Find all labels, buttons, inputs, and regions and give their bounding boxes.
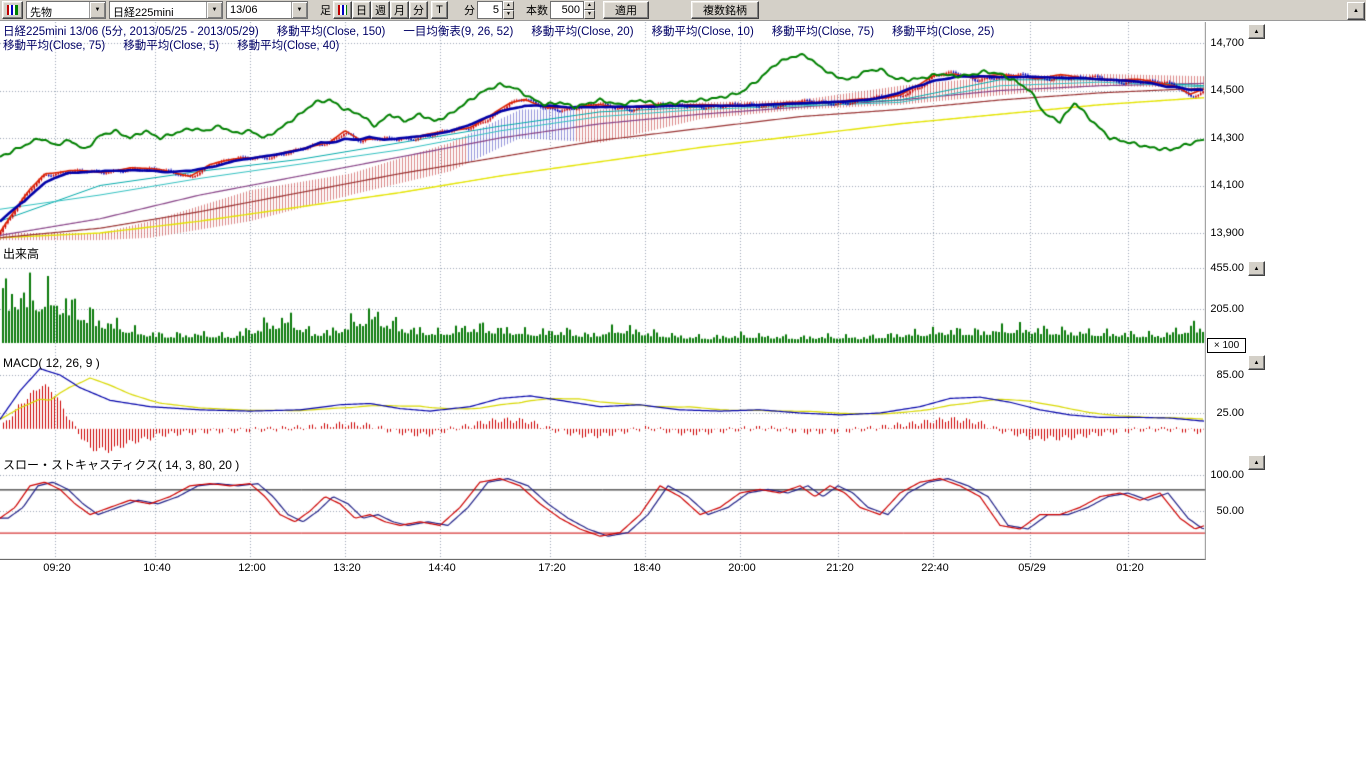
indicator-label: 移動平均(Close, 10): [652, 26, 754, 38]
count-input[interactable]: 500: [550, 1, 584, 19]
symbol-select[interactable]: 日経225mini ▼: [109, 1, 223, 19]
minute-input[interactable]: 5: [477, 1, 503, 19]
minute-label: 分: [462, 2, 477, 18]
indicator-label: 一目均衡表(9, 26, 52): [403, 26, 513, 38]
time-axis-label: 17:20: [530, 562, 574, 574]
time-axis-label: 12:00: [230, 562, 274, 574]
contract-select[interactable]: 13/06 ▼: [226, 1, 308, 19]
time-axis-label: 05/29: [1010, 562, 1054, 574]
apply-button[interactable]: 適用: [603, 1, 649, 19]
price-axis-label: 14,100: [1206, 179, 1244, 191]
stoch-pane-arrow-button[interactable]: ▲: [1248, 455, 1265, 470]
arrow-up-icon: ▲: [1254, 266, 1260, 272]
candlestick-icon: [338, 5, 347, 15]
volume-pane-title: 出来高: [3, 245, 39, 262]
stoch-pane-title: スロー・ストキャスティクス( 14, 3, 80, 20 ): [3, 456, 239, 473]
price-axis-label: 13,900: [1206, 227, 1244, 239]
category-select-value: 先物: [27, 2, 89, 18]
price-pane-arrow-button[interactable]: ▲: [1248, 24, 1265, 39]
chart-icon: [7, 5, 18, 15]
spinner-down-icon[interactable]: ▼: [503, 10, 514, 19]
time-axis-label: 18:40: [625, 562, 669, 574]
time-axis-label: 22:40: [913, 562, 957, 574]
volume-multiplier-badge: × 100: [1207, 338, 1246, 353]
price-axis-label: 14,300: [1206, 132, 1244, 144]
indicator-label: 移動平均(Close, 25): [892, 26, 994, 38]
time-axis-label: 21:20: [818, 562, 862, 574]
period-day-button[interactable]: 日: [352, 1, 371, 19]
stoch-axis-label: 50.00: [1206, 505, 1244, 517]
indicator-label: 移動平均(Close, 5): [123, 40, 219, 52]
period-tick-button[interactable]: T: [431, 1, 448, 19]
time-axis-label: 09:20: [35, 562, 79, 574]
bar-type-label: 足: [318, 2, 333, 18]
arrow-up-icon: ▲: [1254, 360, 1260, 366]
spinner-down-icon[interactable]: ▼: [584, 10, 595, 19]
symbol-select-value: 日経225mini: [110, 2, 206, 18]
category-select[interactable]: 先物 ▼: [26, 1, 106, 19]
period-month-button[interactable]: 月: [390, 1, 409, 19]
volume-axis-label: 205.00: [1206, 303, 1244, 315]
indicator-label: 移動平均(Close, 40): [237, 40, 339, 52]
period-minute-button[interactable]: 分: [409, 1, 428, 19]
count-spinner[interactable]: ▲ ▼: [584, 1, 595, 19]
price-axis-label: 14,700: [1206, 37, 1244, 49]
macd-pane-arrow-button[interactable]: ▲: [1248, 355, 1265, 370]
macd-pane-title: MACD( 12, 26, 9 ): [3, 356, 100, 370]
chart-icon-button[interactable]: [2, 1, 23, 19]
minute-spinner[interactable]: ▲ ▼: [503, 1, 514, 19]
time-axis-label: 14:40: [420, 562, 464, 574]
indicator-label: 移動平均(Close, 75): [772, 26, 874, 38]
spinner-up-icon[interactable]: ▲: [584, 1, 595, 10]
macd-axis-label: 85.00: [1206, 369, 1244, 381]
volume-axis-label: 455.00: [1206, 262, 1244, 274]
arrow-up-icon: ▲: [1254, 460, 1260, 466]
chevron-down-icon[interactable]: ▼: [89, 2, 105, 18]
macd-axis-label: 25.00: [1206, 407, 1244, 419]
scroll-up-icon: ▲: [1353, 8, 1359, 14]
period-week-button[interactable]: 週: [371, 1, 390, 19]
price-axis-label: 14,500: [1206, 84, 1244, 96]
contract-select-value: 13/06: [227, 2, 291, 18]
bar-type-icon-button[interactable]: [333, 1, 352, 19]
indicator-label: 移動平均(Close, 75): [3, 40, 105, 52]
indicator-label: 移動平均(Close, 20): [531, 26, 633, 38]
time-axis-label: 13:20: [325, 562, 369, 574]
scroll-up-button[interactable]: ▲: [1347, 2, 1365, 20]
chevron-down-icon[interactable]: ▼: [206, 2, 222, 18]
time-axis-label: 01:20: [1108, 562, 1152, 574]
arrow-up-icon: ▲: [1254, 29, 1260, 35]
multi-symbol-button[interactable]: 複数銘柄: [691, 1, 759, 19]
time-axis-label: 20:00: [720, 562, 764, 574]
stoch-axis-label: 100.00: [1206, 469, 1244, 481]
count-label: 本数: [524, 2, 550, 18]
spinner-up-icon[interactable]: ▲: [503, 1, 514, 10]
volume-pane-arrow-button[interactable]: ▲: [1248, 261, 1265, 276]
main-toolbar: 先物 ▼ 日経225mini ▼ 13/06 ▼ 足 日 週 月 分 T 分 5…: [0, 0, 1366, 21]
indicator-header-line2: 移動平均(Close, 75) 移動平均(Close, 5) 移動平均(Close,…: [3, 37, 357, 53]
time-axis-label: 10:40: [135, 562, 179, 574]
chevron-down-icon[interactable]: ▼: [291, 2, 307, 18]
chart-canvas[interactable]: [0, 22, 1206, 560]
